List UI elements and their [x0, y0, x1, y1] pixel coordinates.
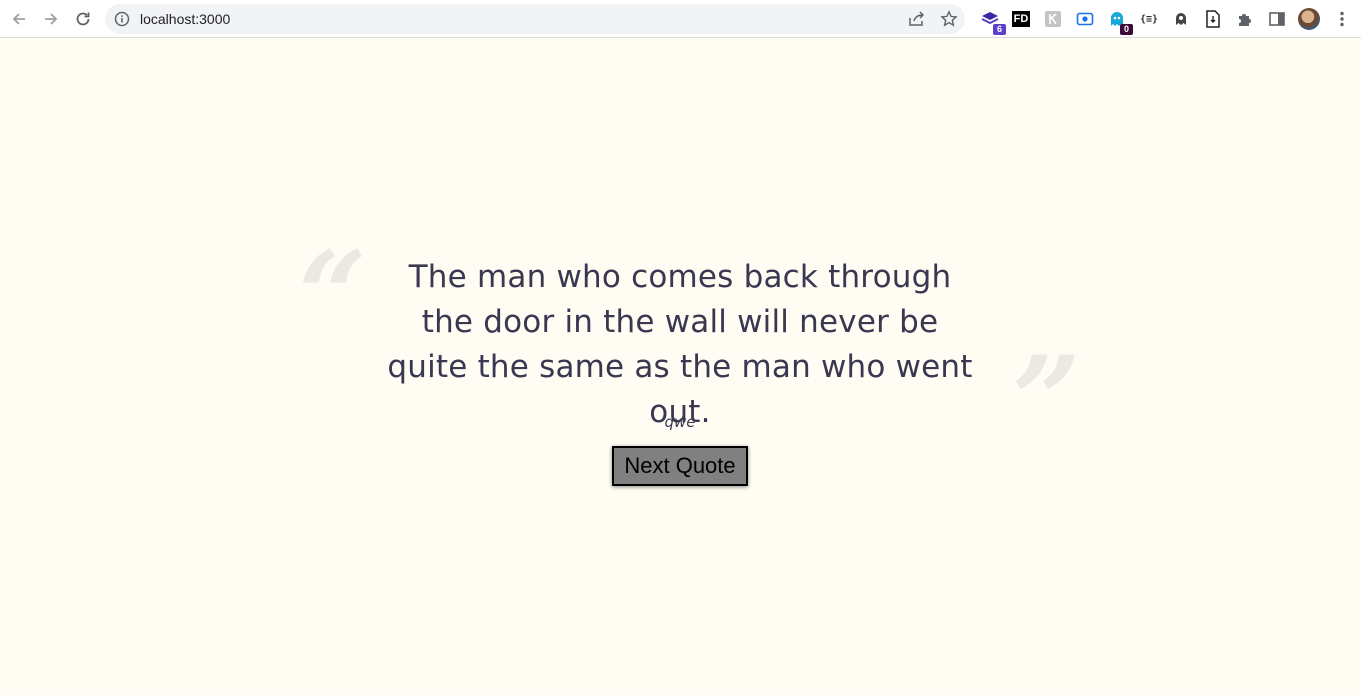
share-icon[interactable]: [908, 11, 926, 27]
open-quote-mark: “: [298, 225, 368, 366]
blue-ghost-extension-icon[interactable]: 0: [1107, 9, 1133, 35]
browser-toolbar: localhost:3000 6 FD 0 {≡}: [0, 0, 1361, 38]
next-quote-button[interactable]: Next Quote: [612, 446, 748, 486]
stack-extension-badge: 6: [993, 24, 1006, 35]
file-extension-icon[interactable]: [1203, 9, 1223, 29]
json-extension-icon[interactable]: {≡}: [1139, 9, 1159, 29]
forward-icon[interactable]: [40, 8, 62, 30]
back-icon[interactable]: [8, 8, 30, 30]
close-quote-mark: ”: [1012, 330, 1082, 471]
grey-extension-icon[interactable]: [1043, 9, 1063, 29]
fd-extension-label: FD: [1012, 11, 1030, 27]
fd-extension-icon[interactable]: FD: [1011, 9, 1031, 29]
blue-ghost-extension-badge: 0: [1120, 24, 1133, 35]
address-url[interactable]: localhost:3000: [140, 4, 230, 34]
ghost-extension-icon[interactable]: [1171, 9, 1191, 29]
capture-extension-icon[interactable]: [1075, 9, 1095, 29]
quote-text: The man who comes back through the door …: [387, 259, 973, 430]
json-extension-label: {≡}: [1139, 13, 1159, 25]
extensions-puzzle-icon[interactable]: [1235, 9, 1255, 29]
quote-author: qwe: [664, 413, 696, 431]
bookmark-star-icon[interactable]: [940, 10, 958, 28]
stack-extension-icon[interactable]: 6: [980, 9, 1006, 35]
menu-kebab-icon[interactable]: [1332, 9, 1352, 29]
reload-icon[interactable]: [72, 8, 94, 30]
profile-avatar[interactable]: [1298, 8, 1320, 30]
address-bar[interactable]: localhost:3000: [105, 4, 965, 34]
side-panel-icon[interactable]: [1267, 9, 1287, 29]
info-icon[interactable]: [114, 11, 130, 27]
